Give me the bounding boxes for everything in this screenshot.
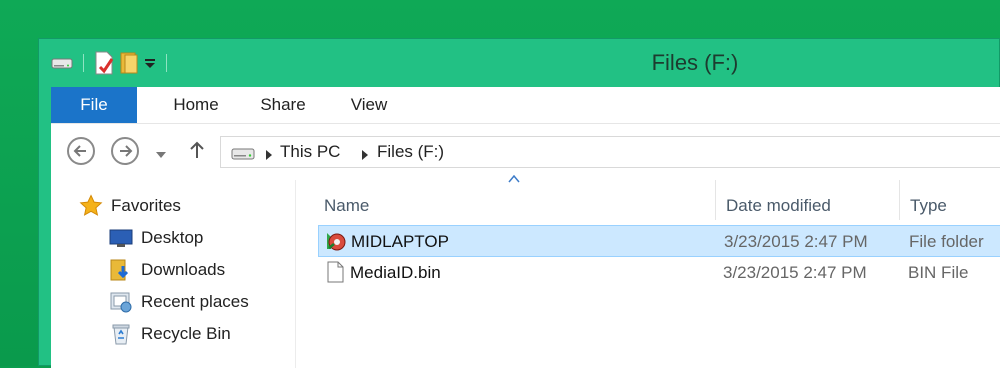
star-icon [79, 194, 103, 218]
sidebar-item-recycle-bin[interactable]: Recycle Bin [109, 321, 231, 347]
sidebar-item-label: Desktop [141, 228, 204, 247]
navigation-pane: Favorites Desktop Downloads Recent place… [51, 180, 296, 368]
ribbon-tabs: File Home Share View [51, 87, 1000, 123]
sidebar-item-label: Favorites [111, 196, 181, 215]
column-divider[interactable] [715, 180, 716, 220]
chevron-right-icon[interactable] [361, 147, 369, 165]
column-header-name[interactable]: Name [324, 192, 369, 220]
arrow-left-icon [73, 145, 86, 157]
column-divider[interactable] [899, 180, 900, 220]
table-row[interactable]: MIDLAPTOP 3/23/2015 2:47 PM File folder [318, 225, 1000, 257]
desktop-icon [109, 226, 133, 250]
file-icon [324, 261, 346, 283]
sidebar-item-desktop[interactable]: Desktop [109, 225, 203, 251]
arrow-right-icon [120, 145, 133, 157]
sidebar-item-label: Recycle Bin [141, 324, 231, 343]
recent-places-icon [109, 290, 133, 314]
window-title: Files (F:) [651, 50, 739, 75]
back-button[interactable] [67, 137, 95, 165]
column-header-date-modified[interactable]: Date modified [726, 192, 831, 220]
tab-home[interactable]: Home [151, 87, 241, 123]
sort-ascending-icon [508, 170, 520, 188]
sidebar-item-recent-places[interactable]: Recent places [109, 289, 249, 315]
chevron-right-icon[interactable] [265, 147, 273, 165]
sidebar-item-downloads[interactable]: Downloads [109, 257, 225, 283]
arrow-up-icon [190, 141, 204, 158]
file-date-modified: 3/23/2015 2:47 PM [724, 232, 868, 251]
file-name: MediaID.bin [350, 263, 441, 282]
sidebar-item-label: Recent places [141, 292, 249, 311]
breadcrumb-files-f[interactable]: Files (F:) [377, 141, 444, 163]
recycle-bin-icon [109, 322, 133, 346]
chevron-down-icon [156, 152, 166, 158]
breadcrumb-this-pc[interactable]: This PC [280, 141, 340, 163]
up-button[interactable] [189, 140, 205, 165]
special-folder-icon [325, 230, 347, 252]
file-name: MIDLAPTOP [351, 232, 449, 251]
column-header-type[interactable]: Type [910, 192, 947, 220]
drive-icon [231, 147, 255, 165]
downloads-icon [109, 258, 133, 282]
file-list: Name Date modified Type MIDLAPTOP 3/23/2… [296, 174, 1000, 368]
tab-file[interactable]: File [51, 87, 137, 123]
tab-share[interactable]: Share [249, 87, 317, 123]
explorer-window: Files (F:) File Home Share View This PC [38, 38, 1000, 368]
recent-locations-button[interactable] [155, 146, 167, 164]
file-type: File folder [909, 232, 984, 251]
sidebar-item-label: Downloads [141, 260, 226, 279]
content-area: This PC Files (F:) Favorites Desktop Dow… [51, 123, 1000, 368]
title-bar[interactable]: Files (F:) [39, 39, 1000, 86]
file-type: BIN File [908, 263, 969, 282]
tab-view[interactable]: View [337, 87, 401, 123]
forward-button[interactable] [111, 137, 139, 165]
sidebar-item-favorites[interactable]: Favorites [79, 193, 181, 219]
address-bar[interactable]: This PC Files (F:) [220, 136, 1000, 168]
table-row[interactable]: MediaID.bin 3/23/2015 2:47 PM BIN File [318, 257, 1000, 289]
file-date-modified: 3/23/2015 2:47 PM [723, 263, 867, 282]
